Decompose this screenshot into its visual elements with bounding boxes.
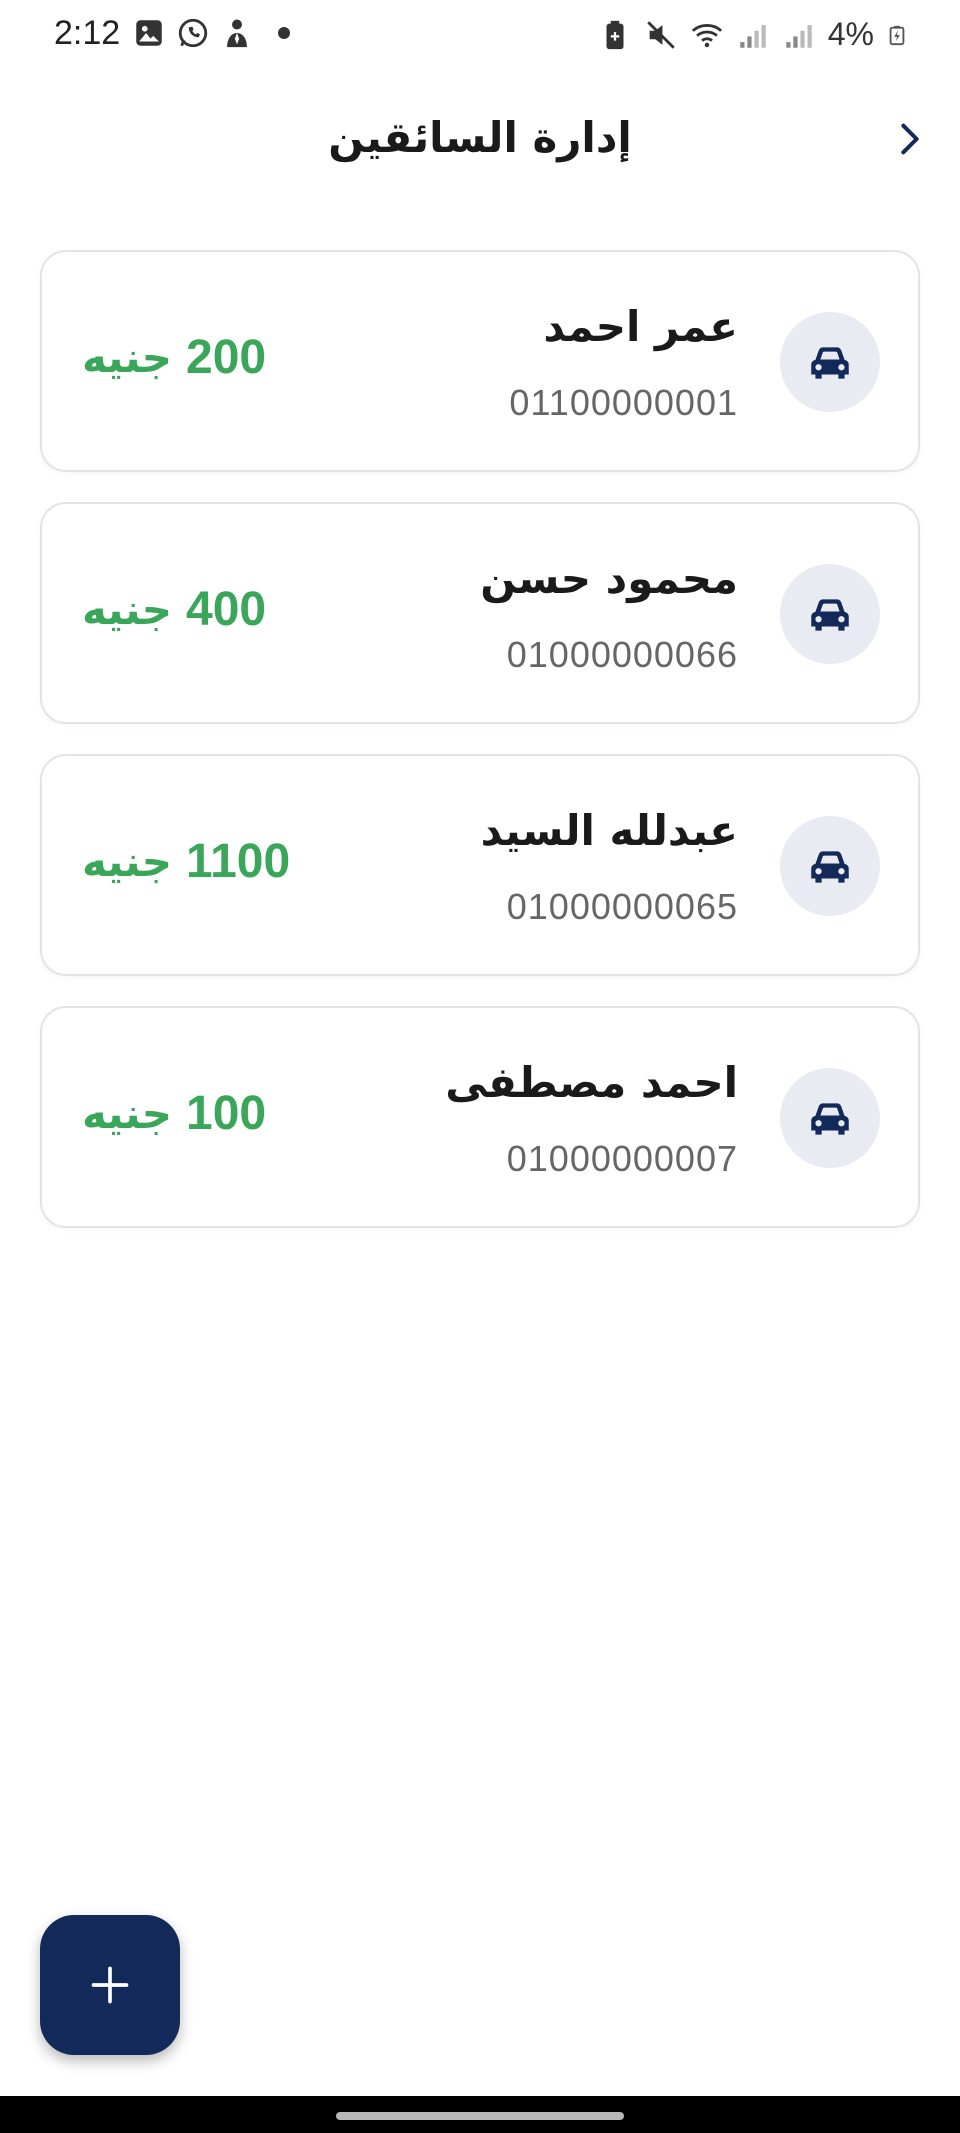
gallery-icon <box>136 20 162 46</box>
status-bar: 2:12 4% <box>0 0 960 70</box>
driver-card[interactable]: عبدلله السيد 01000000065 جنيه 1100 <box>40 754 920 976</box>
mute-icon <box>646 20 675 49</box>
car-icon <box>811 1103 849 1135</box>
balance-currency: جنيه <box>82 333 173 382</box>
back-button[interactable] <box>882 111 938 167</box>
driver-name: احمد مصطفى <box>445 1058 738 1107</box>
chevron-right-icon <box>901 123 919 155</box>
add-driver-button[interactable] <box>40 1915 180 2055</box>
driver-name: عبدلله السيد <box>480 806 738 855</box>
page-title: إدارة السائقين <box>328 113 632 162</box>
battery-percentage: 4% <box>827 16 874 52</box>
status-left-icons <box>132 16 290 50</box>
home-gesture-handle[interactable] <box>336 2112 624 2120</box>
balance-amount: 200 <box>186 331 267 384</box>
balance-currency: جنيه <box>82 1089 173 1138</box>
status-time: 2:12 <box>54 14 121 52</box>
driver-avatar <box>780 816 880 916</box>
whatsapp-icon <box>178 18 208 48</box>
driver-list: عمر احمد 01100000001 جنيه 200 محمود حسن … <box>40 250 920 1258</box>
app-header: إدارة السائقين <box>0 95 960 185</box>
driver-avatar <box>780 312 880 412</box>
driver-card[interactable]: محمود حسن 01000000066 جنيه 400 <box>40 502 920 724</box>
driver-card[interactable]: عمر احمد 01100000001 جنيه 200 <box>40 250 920 472</box>
balance-amount: 400 <box>186 583 267 636</box>
signal-icon <box>740 24 766 48</box>
user-tie-icon <box>227 19 247 48</box>
driver-balance: جنيه 1100 <box>82 834 290 889</box>
car-icon <box>811 599 849 631</box>
driver-card[interactable]: احمد مصطفى 01000000007 جنيه 100 <box>40 1006 920 1228</box>
battery-icon <box>889 25 905 45</box>
balance-amount: 100 <box>186 1087 267 1140</box>
signal-icon <box>786 24 812 48</box>
balance-currency: جنيه <box>82 837 173 886</box>
driver-avatar <box>780 1068 880 1168</box>
driver-phone: 01000000066 <box>506 634 738 675</box>
wifi-icon <box>691 23 722 47</box>
notification-dot-icon <box>278 27 290 39</box>
driver-balance: جنيه 100 <box>82 1086 266 1141</box>
balance-currency: جنيه <box>82 585 173 634</box>
car-icon <box>811 347 849 379</box>
driver-phone: 01100000001 <box>509 382 738 423</box>
driver-balance: جنيه 400 <box>82 582 266 637</box>
driver-phone: 01000000007 <box>506 1138 738 1179</box>
status-right-icons: 4% <box>598 16 908 53</box>
battery-saver-icon <box>606 20 624 49</box>
plus-icon <box>91 1966 129 2004</box>
driver-balance: جنيه 200 <box>82 330 266 385</box>
car-icon <box>811 851 849 883</box>
balance-amount: 1100 <box>186 835 291 888</box>
driver-avatar <box>780 564 880 664</box>
driver-name: محمود حسن <box>480 554 738 603</box>
driver-phone: 01000000065 <box>506 886 738 927</box>
driver-name: عمر احمد <box>543 302 738 351</box>
system-nav-bar <box>0 2096 960 2133</box>
